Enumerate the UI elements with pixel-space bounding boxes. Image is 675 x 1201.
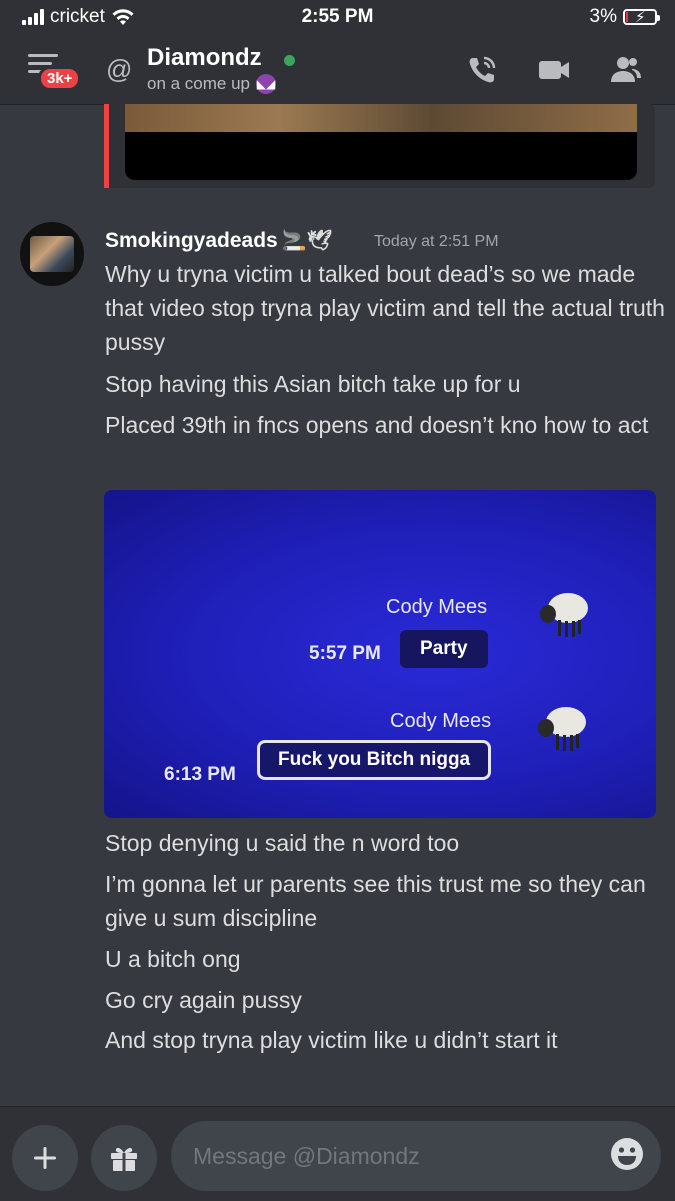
video-frame [125,104,637,132]
attachment-sender-name: Cody Mees [390,710,492,732]
message-line: I’m gonna let ur parents see this trust … [105,871,646,931]
message-author[interactable]: Smokingyadeads 🚬🕊 [105,228,332,253]
attachment-bubble: Party [400,630,488,668]
message-line: Placed 39th in fncs opens and doesn’t kn… [105,412,649,438]
sheep-avatar-icon [540,593,588,637]
devil-emoji-icon: ◣◢ [256,74,277,94]
custom-status-text: on a come up [147,74,251,93]
avatar[interactable] [20,222,84,286]
dm-name[interactable]: Diamondz [147,44,262,72]
embed-video[interactable] [125,104,637,180]
attachment-bubble: Fuck you Bitch nigga [257,740,492,780]
battery-percent: 3% [589,6,617,27]
call-icon[interactable] [464,52,500,88]
at-icon: @ [106,54,133,84]
video-icon[interactable] [536,52,572,88]
gift-icon [111,1147,137,1171]
message-line: And stop tryna play victim like u didn’t… [105,1027,558,1053]
channel-header: 3k+ @ Diamondz on a come up ◣◢ [0,36,675,105]
message-line: Go cry again pussy [105,987,302,1013]
message-timestamp: Today at 2:51 PM [374,233,499,250]
message-line: Why u tryna victim u talked bout dead’s … [105,261,665,355]
gift-button[interactable] [91,1125,157,1191]
plus-icon [34,1147,56,1169]
image-attachment[interactable]: Cody Mees 5:57 PM Party Cody Mees 6:13 P… [104,490,656,818]
unread-badge: 3k+ [38,66,82,91]
members-icon[interactable] [608,52,644,88]
author-name: Smokingyadeads [105,228,278,252]
smiley-icon[interactable] [610,1137,644,1171]
custom-status: on a come up ◣◢ [147,74,277,94]
message-input[interactable] [171,1121,661,1191]
message-line: Stop denying u said the n word too [105,830,460,856]
attachment-sender-name: Cody Mees [386,596,488,618]
online-status-dot [284,55,295,66]
previous-video-embed [104,104,655,188]
status-right: 3% ⚡ [589,6,660,28]
author-emoji: 🚬🕊 [281,230,333,252]
message-input-bar [0,1106,675,1201]
status-time: 2:55 PM [301,6,374,27]
message-line: U a bitch ong [105,946,241,972]
sheep-avatar-icon [538,707,586,751]
battery-icon: ⚡ [623,9,660,26]
attachment-time: 5:57 PM [309,643,381,664]
status-bar: cricket 2:55 PM 3% ⚡ [0,0,675,36]
add-attachment-button[interactable] [12,1125,78,1191]
message-line: Stop having this Asian bitch take up for… [105,371,521,397]
attachment-time: 6:13 PM [164,764,236,785]
